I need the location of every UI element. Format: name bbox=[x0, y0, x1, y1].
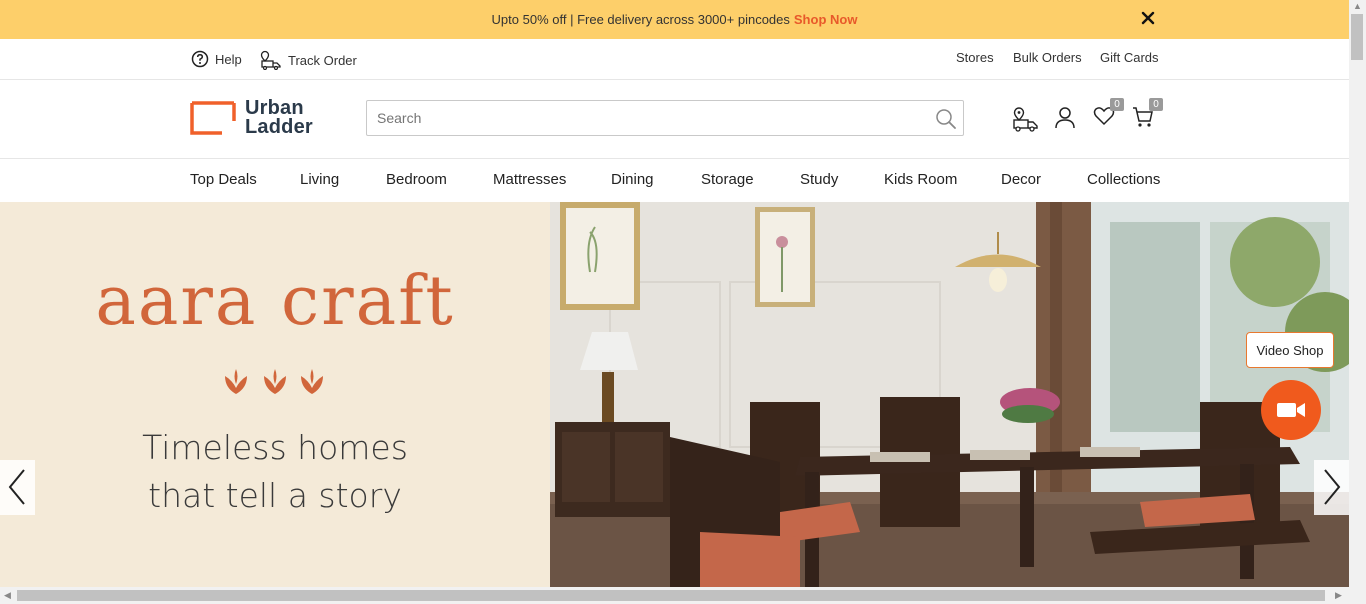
nav-item-top-deals[interactable]: Top Deals bbox=[190, 171, 257, 188]
profile-icon[interactable] bbox=[1054, 106, 1076, 130]
cart-count-badge: 0 bbox=[1149, 98, 1163, 111]
nav-item-decor[interactable]: Decor bbox=[1001, 171, 1041, 188]
hero-tagline-line2: that tell a story bbox=[148, 476, 402, 515]
scroll-right-arrow-icon[interactable]: ▶ bbox=[1335, 590, 1342, 601]
urban-ladder-logo[interactable]: Urban Ladder bbox=[190, 98, 313, 138]
nav-item-bedroom[interactable]: Bedroom bbox=[386, 171, 447, 188]
next-slide-button[interactable] bbox=[1314, 460, 1349, 515]
track-order-link[interactable]: Track Order bbox=[260, 50, 357, 70]
nav-item-living[interactable]: Living bbox=[300, 171, 339, 188]
wishlist-count-badge: 0 bbox=[1110, 98, 1124, 111]
nav-item-study[interactable]: Study bbox=[800, 171, 838, 188]
hero-text-panel: aara craft Timeless homes that tell a st… bbox=[0, 202, 550, 587]
chevron-right-icon bbox=[1324, 469, 1341, 505]
help-label: Help bbox=[215, 51, 242, 67]
dining-room-photo bbox=[550, 202, 1349, 587]
search-box bbox=[366, 100, 964, 136]
promo-bar: Upto 50% off | Free delivery across 3000… bbox=[0, 0, 1349, 39]
search-icon[interactable] bbox=[935, 108, 957, 130]
video-shop-label[interactable]: Video Shop bbox=[1246, 332, 1334, 368]
nav-item-dining[interactable]: Dining bbox=[611, 171, 654, 188]
promo-text: Upto 50% off | Free delivery across 3000… bbox=[491, 12, 790, 27]
nav-item-kids-room[interactable]: Kids Room bbox=[884, 171, 957, 188]
horizontal-scrollbar[interactable]: ◀ ▶ bbox=[0, 587, 1349, 604]
bulk-orders-link[interactable]: Bulk Orders bbox=[1013, 50, 1082, 65]
prev-slide-button[interactable] bbox=[0, 460, 35, 515]
search-input[interactable] bbox=[367, 101, 927, 135]
logo-mark-icon bbox=[190, 101, 236, 135]
logo-line2: Ladder bbox=[245, 116, 313, 138]
cart-button[interactable]: 0 bbox=[1132, 98, 1163, 128]
main-header: Urban Ladder 0 0 bbox=[0, 80, 1349, 159]
nav-item-storage[interactable]: Storage bbox=[701, 171, 754, 188]
help-icon bbox=[191, 50, 209, 68]
video-shop-button[interactable] bbox=[1261, 380, 1321, 440]
utility-bar: Help Track Order Stores Bulk Orders Gift… bbox=[0, 39, 1349, 80]
chevron-left-icon bbox=[8, 469, 25, 505]
nav-item-mattresses[interactable]: Mattresses bbox=[493, 171, 566, 188]
hero-tagline: Timeless homes that tell a story bbox=[0, 424, 550, 520]
hero-banner[interactable]: aara craft Timeless homes that tell a st… bbox=[0, 202, 1349, 587]
gift-cards-link[interactable]: Gift Cards bbox=[1100, 50, 1159, 65]
video-camera-icon bbox=[1277, 403, 1305, 417]
help-link[interactable]: Help bbox=[191, 50, 242, 68]
track-order-icon bbox=[260, 50, 281, 70]
vertical-scroll-thumb[interactable] bbox=[1351, 14, 1363, 60]
wishlist-button[interactable]: 0 bbox=[1093, 98, 1124, 128]
horizontal-scroll-thumb[interactable] bbox=[17, 590, 1325, 601]
leaf-ornament-icon bbox=[225, 369, 323, 394]
track-order-label: Track Order bbox=[288, 52, 357, 68]
category-nav: Top Deals Living Bedroom Mattresses Dini… bbox=[0, 159, 1349, 201]
vertical-scrollbar[interactable]: ▲ bbox=[1349, 0, 1366, 604]
store-locator-icon[interactable] bbox=[1012, 106, 1040, 132]
scroll-left-arrow-icon[interactable]: ◀ bbox=[4, 590, 11, 601]
shop-now-link[interactable]: Shop Now bbox=[794, 12, 858, 27]
stores-link[interactable]: Stores bbox=[956, 50, 994, 65]
logo-text: Urban Ladder bbox=[245, 98, 313, 138]
scroll-up-arrow-icon[interactable]: ▲ bbox=[1353, 1, 1362, 11]
hero-brand-title: aara craft bbox=[95, 262, 455, 341]
hero-tagline-line1: Timeless homes bbox=[142, 428, 408, 467]
close-icon[interactable] bbox=[1140, 10, 1156, 26]
nav-item-collections[interactable]: Collections bbox=[1087, 171, 1160, 188]
